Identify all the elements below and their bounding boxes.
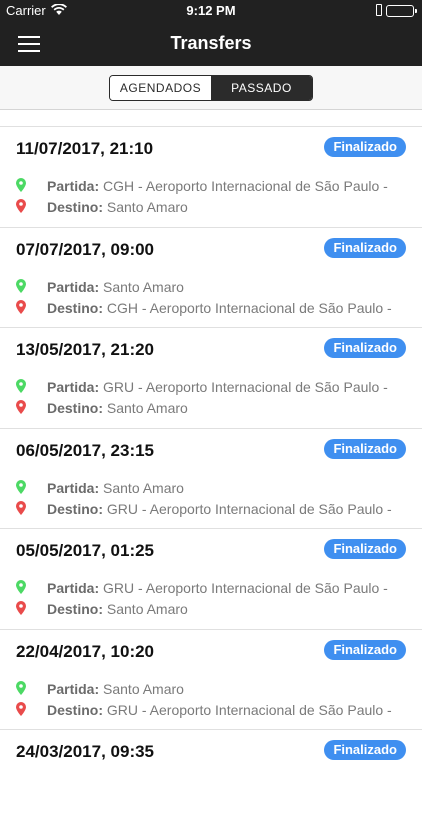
origin-pin-icon: [16, 178, 26, 192]
transfer-list: 11/07/2017, 21:10 Finalizado Partida: CGH …: [0, 126, 422, 830]
segment-bar: AGENDADOS PASSADO: [0, 66, 422, 110]
transfer-datetime: 24/03/2017, 09:35: [16, 742, 155, 761]
destination-label: Destino:: [47, 199, 103, 215]
page-title: Transfers: [170, 33, 252, 53]
origin-pin-icon: [16, 379, 26, 393]
destination-value: Santo Amaro: [106, 601, 188, 617]
transfer-datetime: 05/05/2017, 01:25: [16, 541, 155, 560]
destination-value: CGH - Aeroporto Internacional de São Pau…: [106, 299, 392, 316]
origin-label: Partida:: [47, 479, 100, 496]
destination-line: Destino: Santo Amaro: [47, 400, 188, 416]
segmented-control: AGENDADOS PASSADO: [109, 75, 313, 101]
origin-value: GRU - Aeroporto Internacional de São Pau…: [103, 379, 388, 395]
battery-icon: [386, 5, 417, 17]
status-badge: Finalizado: [324, 438, 406, 459]
origin-pin-icon: [16, 278, 26, 293]
origin-value: Santo Amaro: [103, 278, 184, 295]
origin-label: Partida:: [47, 379, 100, 395]
destination-value: Santo Amaro: [106, 199, 188, 215]
origin-label: Partida:: [47, 680, 100, 697]
transfer-datetime: 06/05/2017, 23:15: [16, 440, 155, 460]
origin-pin-icon: [16, 580, 26, 594]
origin-label: Partida:: [47, 278, 100, 295]
origin-label: Partida:: [47, 178, 100, 194]
status-badge: Finalizado: [324, 539, 406, 559]
status-badge: Finalizado: [324, 740, 406, 760]
destination-line: Destino: Santo Amaro: [47, 199, 188, 215]
tab-agendados[interactable]: AGENDADOS: [110, 76, 211, 100]
clock: 9:12 PM: [186, 3, 236, 18]
origin-value: Santo Amaro: [103, 479, 184, 496]
origin-line: Partida: Santo Amaro: [47, 681, 184, 697]
destination-line: Destino: GRU - Aeroporto Internacional d…: [47, 702, 392, 718]
transfer-row[interactable]: 11/07/2017, 21:10 Finalizado Partida: CGH …: [0, 126, 422, 227]
origin-line: Partida: GRU - Aeroporto Internacional d…: [47, 580, 388, 596]
destination-line: Destino: Santo Amaro: [47, 601, 188, 617]
origin-line: Partida: Santo Amaro: [47, 480, 184, 496]
destination-label: Destino:: [47, 299, 103, 316]
transfer-row[interactable]: 22/04/2017, 10:20 Finalizado Partida: Sant…: [0, 628, 422, 730]
transfer-row[interactable]: 05/05/2017, 01:25 Finalizado Partida: GRU …: [0, 528, 422, 629]
transfer-datetime: 07/07/2017, 09:00: [16, 239, 155, 259]
charging-icon: [376, 4, 382, 16]
status-bar: Carrier 9:12 PM: [0, 0, 422, 22]
navigation-bar: Transfers: [0, 22, 422, 66]
destination-label: Destino:: [47, 400, 103, 416]
status-badge: Finalizado: [324, 338, 406, 358]
transfer-datetime: 22/04/2017, 10:20: [16, 641, 155, 661]
destination-pin-icon: [16, 500, 26, 515]
destination-line: Destino: GRU - Aeroporto Internacional d…: [47, 501, 392, 517]
transfer-row[interactable]: 24/03/2017, 09:35 Finalizado: [0, 729, 422, 830]
destination-pin-icon: [16, 199, 26, 213]
transfer-datetime: 11/07/2017, 21:10: [16, 139, 154, 158]
transfer-datetime: 13/05/2017, 21:20: [16, 340, 155, 359]
origin-label: Partida:: [47, 580, 100, 596]
destination-value: GRU - Aeroporto Internacional de São Pau…: [106, 500, 392, 517]
origin-pin-icon: [16, 479, 26, 494]
destination-value: Santo Amaro: [106, 400, 188, 416]
destination-pin-icon: [16, 299, 26, 314]
origin-value: Santo Amaro: [103, 680, 184, 697]
origin-line: Partida: CGH - Aeroporto Internacional d…: [47, 178, 388, 194]
origin-line: Partida: Santo Amaro: [47, 279, 184, 295]
transfer-row[interactable]: 06/05/2017, 23:15 Finalizado Partida: Sant…: [0, 427, 422, 529]
status-badge: Finalizado: [324, 237, 406, 258]
origin-pin-icon: [16, 680, 26, 695]
transfer-row[interactable]: 07/07/2017, 09:00 Finalizado Partida: Sant…: [0, 226, 422, 328]
status-badge: Finalizado: [324, 639, 406, 660]
destination-label: Destino:: [47, 701, 103, 718]
status-badge: Finalizado: [324, 137, 406, 157]
origin-value: CGH - Aeroporto Internacional de São Pau…: [103, 178, 388, 194]
tab-passado[interactable]: PASSADO: [211, 76, 312, 100]
destination-pin-icon: [16, 601, 26, 615]
destination-label: Destino:: [47, 601, 103, 617]
destination-line: Destino: CGH - Aeroporto Internacional d…: [47, 300, 392, 316]
transfer-row[interactable]: 13/05/2017, 21:20 Finalizado Partida: GRU …: [0, 327, 422, 428]
destination-label: Destino:: [47, 500, 103, 517]
destination-pin-icon: [16, 400, 26, 414]
destination-pin-icon: [16, 701, 26, 716]
origin-line: Partida: GRU - Aeroporto Internacional d…: [47, 379, 388, 395]
destination-value: GRU - Aeroporto Internacional de São Pau…: [106, 701, 392, 718]
origin-value: GRU - Aeroporto Internacional de São Pau…: [103, 580, 388, 596]
